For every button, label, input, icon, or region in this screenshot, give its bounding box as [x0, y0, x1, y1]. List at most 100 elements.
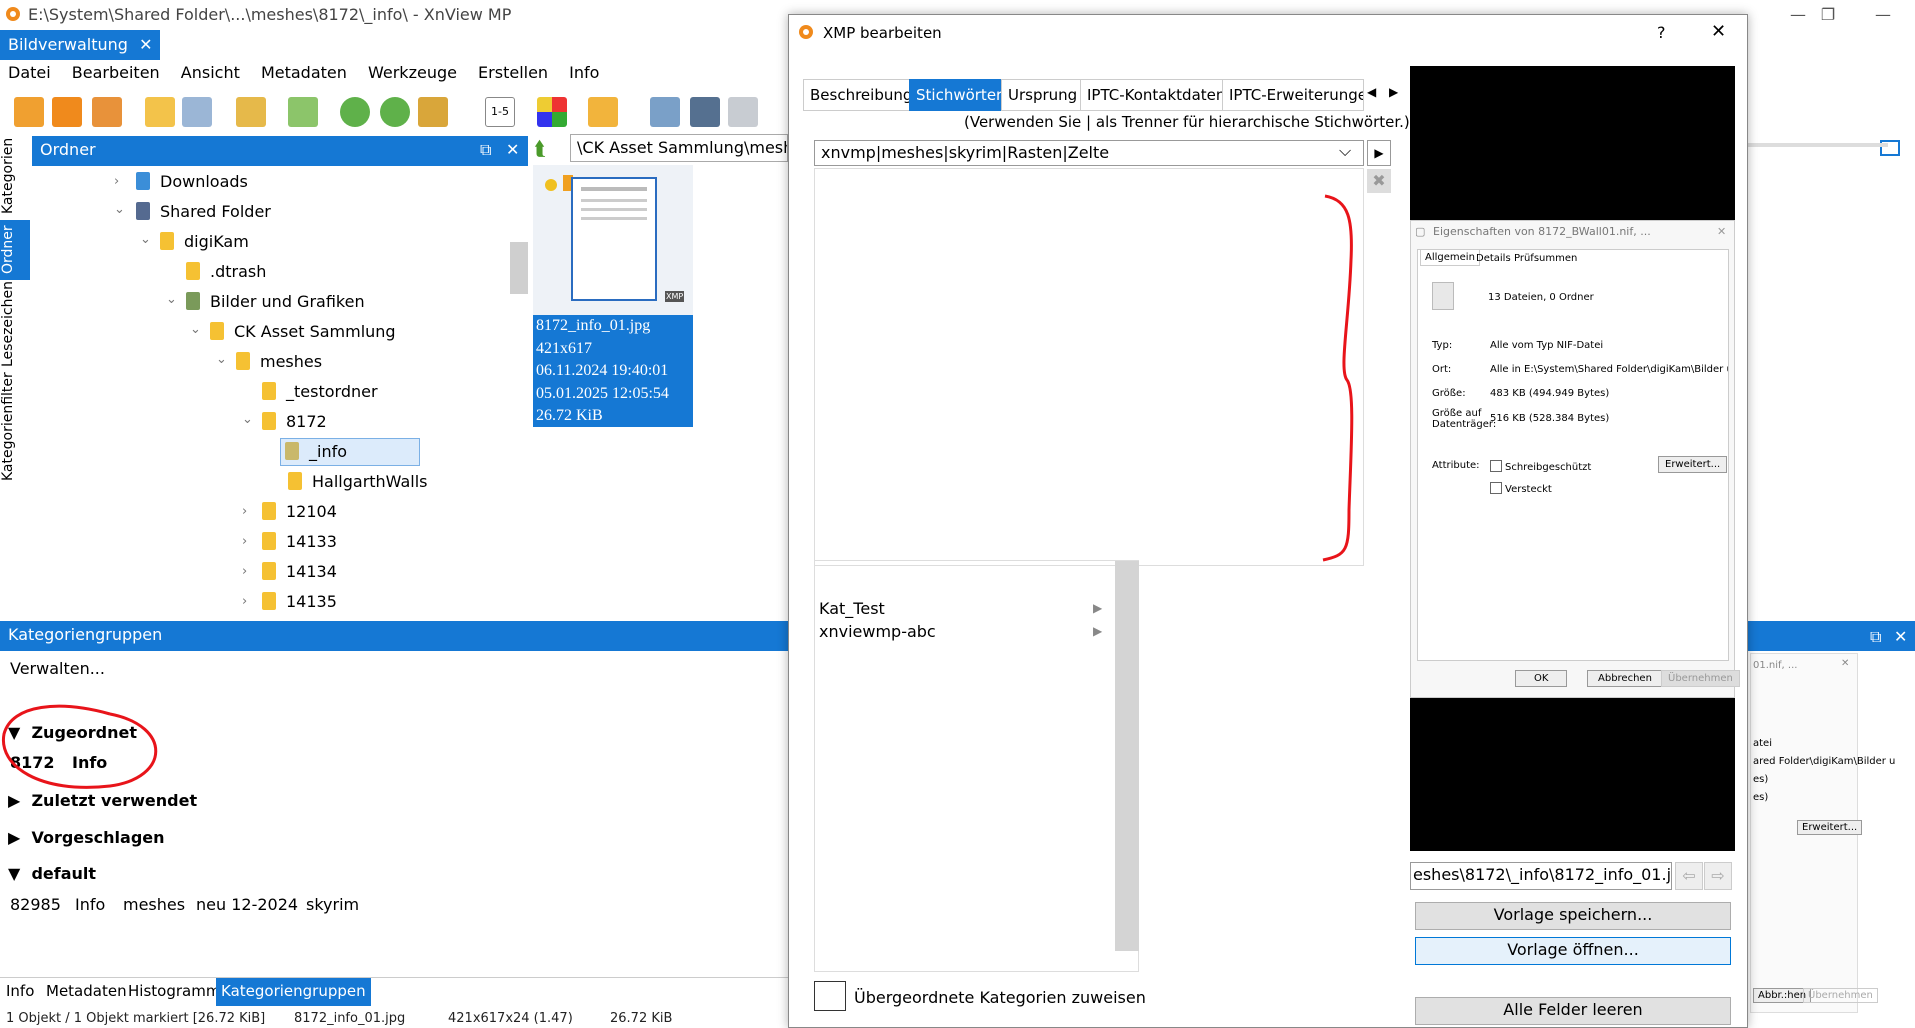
undock-icon[interactable]: ⧉ — [1870, 627, 1881, 647]
assign-parent-checkbox[interactable] — [814, 981, 846, 1011]
tab-iptc-kontaktdaten[interactable]: IPTC-Kontaktdaten — [1080, 79, 1233, 111]
default-item-82985[interactable]: 82985 — [10, 895, 61, 914]
sidetab-kategorien[interactable]: Kategorien — [0, 136, 30, 216]
compare-icon[interactable] — [728, 97, 758, 127]
file-path-field[interactable]: eshes\8172\_info\8172_info_01.jpg — [1410, 862, 1672, 890]
range-icon[interactable]: 1-5 — [485, 97, 515, 127]
tree-item-downloads[interactable]: Downloads — [136, 172, 248, 191]
tree-item-12104[interactable]: 12104 — [262, 502, 337, 521]
dialog-close-icon[interactable]: ✕ — [1711, 21, 1726, 42]
tab-histogramm[interactable]: Histogramm — [128, 982, 220, 1000]
sidetab-kategorienfilter[interactable]: Kategorienfilter — [0, 372, 30, 482]
print-icon[interactable] — [650, 97, 680, 127]
panel-close-icon[interactable]: ✕ — [506, 140, 519, 159]
slider-track[interactable] — [1748, 143, 1888, 147]
go-up-icon[interactable]: ⮬ — [534, 136, 546, 160]
category-item-xnviewmp-abc[interactable]: xnviewmp-abc — [819, 622, 936, 641]
fullscreen-icon[interactable] — [92, 97, 122, 127]
tree-item-8172[interactable]: 8172 — [262, 412, 327, 431]
open-template-button[interactable]: Vorlage öffnen... — [1415, 937, 1731, 965]
keyword-combobox[interactable]: xnvmp|meshes|skyrim|Rasten|Zelte — [814, 140, 1364, 166]
default-item-meshes[interactable]: meshes — [123, 895, 185, 914]
default-item-skyrim[interactable]: skyrim — [306, 895, 359, 914]
tree-item-digikam[interactable]: digiKam — [160, 232, 249, 251]
rating-dot-icon — [545, 179, 557, 191]
close-icon[interactable]: — — [1860, 2, 1906, 28]
props-summary: 13 Dateien, 0 Ordner — [1488, 292, 1594, 303]
rotate-left-icon[interactable] — [340, 97, 370, 127]
sidetab-lesezeichen[interactable]: Lesezeichen — [0, 282, 30, 367]
tree-item-14134[interactable]: 14134 — [262, 562, 337, 581]
category-item-kat-test[interactable]: Kat_Test — [819, 599, 885, 618]
menu-erstellen[interactable]: Erstellen — [478, 63, 548, 82]
tree-item-shared-folder[interactable]: Shared Folder — [136, 202, 271, 221]
tree-item-14133[interactable]: 14133 — [262, 532, 337, 551]
group-vorgeschlagen[interactable]: ▶ Vorgeschlagen — [8, 828, 165, 847]
menu-info[interactable]: Info — [569, 63, 599, 82]
move-to-icon[interactable] — [236, 97, 266, 127]
properties-icon[interactable] — [182, 97, 212, 127]
maximize-icon[interactable]: ❐ — [1805, 2, 1851, 28]
import-icon[interactable] — [145, 97, 175, 127]
menu-werkzeuge[interactable]: Werkzeuge — [368, 63, 457, 82]
path-input[interactable]: \CK Asset Sammlung\meshes — [570, 134, 788, 162]
tree-item-dtrash[interactable]: .dtrash — [186, 262, 266, 281]
next-file-icon[interactable]: ⇨ — [1704, 862, 1732, 890]
tree-scrollbar[interactable] — [510, 242, 528, 294]
bookmark-icon[interactable] — [588, 97, 618, 127]
tab-stichwoerter[interactable]: Stichwörter — [909, 79, 1010, 111]
sidetab-ordner[interactable]: Ordner — [0, 220, 30, 280]
panel-close-icon[interactable]: ✕ — [1894, 627, 1907, 646]
status-size: 26.72 KiB — [610, 1011, 673, 1026]
convert-icon[interactable] — [288, 97, 318, 127]
tree-item-bilder-und-grafiken[interactable]: Bilder und Grafiken — [186, 292, 365, 311]
menu-datei[interactable]: Datei — [8, 63, 51, 82]
category-scrollbar[interactable] — [1115, 561, 1139, 951]
tab-iptc-erweiterungen[interactable]: IPTC-Erweiterungen — [1222, 79, 1364, 111]
props-tab-details: Details — [1476, 253, 1511, 264]
folder-panel-title: Ordner — [40, 140, 96, 159]
tab-metadaten[interactable]: Metadaten — [46, 982, 127, 1000]
help-button[interactable]: ? — [1657, 23, 1666, 42]
manage-link[interactable]: Verwalten... — [10, 659, 105, 678]
clear-fields-button[interactable]: Alle Felder leeren — [1415, 997, 1731, 1025]
tab-kategoriengruppen[interactable]: Kategoriengruppen — [216, 978, 371, 1006]
tree-item-testordner[interactable]: _testordner — [262, 382, 378, 401]
undock-icon[interactable]: ⧉ — [480, 140, 491, 160]
tree-item-14135[interactable]: 14135 — [262, 592, 337, 611]
search-icon[interactable] — [690, 97, 720, 127]
tab-bildverwaltung[interactable]: Bildverwaltung ✕ — [0, 30, 161, 60]
menu-metadaten[interactable]: Metadaten — [261, 63, 347, 82]
props-window-icon: ▢ — [1415, 225, 1426, 238]
thumbnail-item[interactable]: XMP 8172_info_01.jpg 421x617 06.11.2024 … — [533, 165, 693, 427]
keyword-list[interactable] — [814, 168, 1364, 566]
tab-scroll-right-icon[interactable]: ▶ — [1389, 85, 1398, 99]
tab-info[interactable]: Info — [6, 982, 34, 1000]
previous-file-icon[interactable]: ⇦ — [1675, 862, 1703, 890]
tree-item-info-selected[interactable]: _info — [280, 438, 420, 466]
chevron-down-icon[interactable]: ⌵ — [1339, 141, 1351, 161]
group-default[interactable]: ▼ default — [8, 864, 96, 883]
props-content: Allgemein Details Prüfsummen 13 Dateien,… — [1417, 249, 1729, 661]
tree-item-ck-asset-sammlung[interactable]: CK Asset Sammlung — [210, 322, 396, 341]
default-item-info[interactable]: Info — [75, 895, 105, 914]
thumb-dimensions: 421x617 — [536, 339, 592, 357]
default-item-neu-12-2024[interactable]: neu 12-2024 — [196, 895, 298, 914]
export-icon[interactable] — [418, 97, 448, 127]
tab-scroll-left-icon[interactable]: ◀ — [1367, 85, 1376, 99]
tree-item-hallgarthwalls[interactable]: HallgarthWalls — [288, 472, 428, 491]
rotate-right-icon[interactable] — [380, 97, 410, 127]
browse-icon[interactable] — [52, 97, 82, 127]
view-mode-icon[interactable] — [537, 97, 567, 127]
save-template-button[interactable]: Vorlage speichern... — [1415, 902, 1731, 930]
props-attr-label: Attribute: — [1432, 460, 1480, 471]
open-icon[interactable] — [14, 97, 44, 127]
tab-beschreibung[interactable]: Beschreibung — [803, 79, 920, 111]
add-keyword-button[interactable]: ▶ — [1367, 140, 1391, 166]
tab-close-icon[interactable]: ✕ — [139, 35, 152, 54]
tree-item-meshes[interactable]: meshes — [236, 352, 322, 371]
menu-bearbeiten[interactable]: Bearbeiten — [72, 63, 160, 82]
tab-ursprung[interactable]: Ursprung — [1001, 79, 1085, 111]
xmp-badge: XMP — [665, 291, 685, 302]
menu-ansicht[interactable]: Ansicht — [181, 63, 240, 82]
